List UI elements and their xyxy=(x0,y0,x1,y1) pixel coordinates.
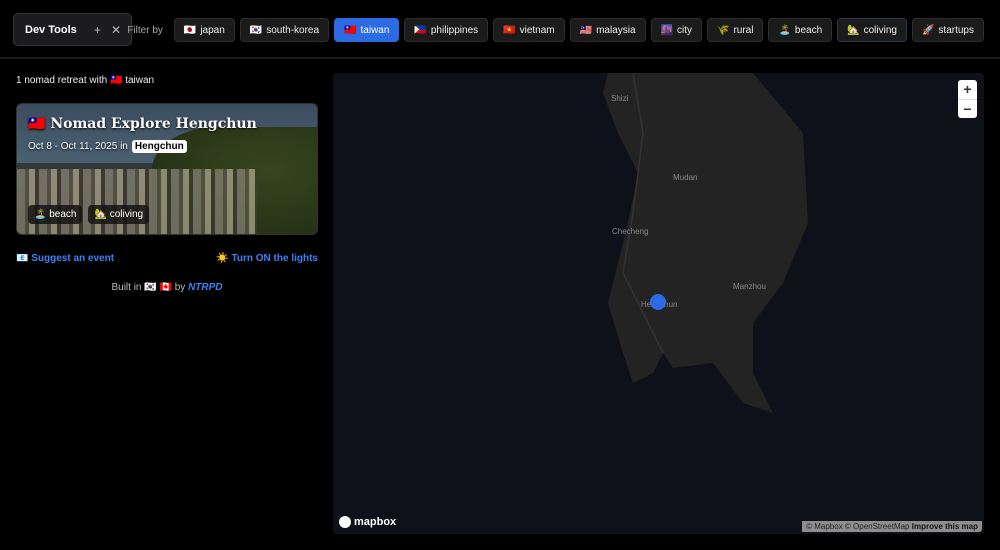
email-icon: 📧 xyxy=(16,253,29,264)
taiwan-icon: 🇹🇼 xyxy=(344,24,357,36)
zoom-controls: + − xyxy=(958,80,977,118)
malaysia-icon: 🇲🇾 xyxy=(579,24,593,36)
filter-chip-malaysia[interactable]: 🇲🇾 malaysia xyxy=(569,18,646,42)
zoom-in-button[interactable]: + xyxy=(958,80,977,99)
filter-chip-japan[interactable]: 🇯🇵 japan xyxy=(173,18,235,42)
divider xyxy=(0,57,1000,59)
filter-chip-taiwan[interactable]: 🇹🇼 taiwan xyxy=(334,18,400,42)
chip-label: vietnam xyxy=(519,24,555,36)
filter-chip-vietnam[interactable]: 🇻🇳 vietnam xyxy=(493,18,565,42)
footer-credit: Built in 🇰🇷 🇨🇦 by NTRPD xyxy=(16,282,318,293)
place-label: Shizi xyxy=(611,94,629,103)
map[interactable]: Shizi Mudan Checheng Hengchun Manzhou + … xyxy=(333,73,984,534)
lights-toggle-link[interactable]: ☀️ Turn ON the lights xyxy=(216,253,318,264)
chip-label: malaysia xyxy=(596,24,636,36)
chip-label: coliving xyxy=(863,24,897,36)
filter-chip-city[interactable]: 🌆 city xyxy=(650,18,702,42)
author-link[interactable]: NTRPD xyxy=(188,282,222,293)
filter-chip-south-korea[interactable]: 🇰🇷 south-korea xyxy=(239,18,330,42)
mapbox-logo[interactable]: mapbox xyxy=(339,516,396,528)
built-text: Built in xyxy=(111,282,142,293)
results-text: 1 nomad retreat with xyxy=(16,75,108,86)
south-korea-icon: 🇰🇷 xyxy=(249,24,263,36)
tag-beach: 🏝️ beach xyxy=(28,205,83,224)
filter-chip-philippines[interactable]: 🇵🇭 philippines xyxy=(404,18,489,42)
japan-icon: 🇯🇵 xyxy=(183,24,197,36)
close-icon[interactable]: ✕ xyxy=(111,23,121,37)
event-marker[interactable] xyxy=(650,294,666,310)
city-icon: 🌆 xyxy=(660,24,673,36)
flags-icon: 🇰🇷 🇨🇦 xyxy=(144,282,172,293)
dev-tools-panel: Dev Tools + ✕ xyxy=(13,13,132,46)
taiwan-flag-icon: 🇹🇼 xyxy=(28,116,46,132)
suggest-label: Suggest an event xyxy=(31,253,115,264)
dev-tools-title: Dev Tools xyxy=(25,23,77,36)
chip-label: taiwan xyxy=(360,24,390,36)
filter-chip-startups[interactable]: 🚀 startups xyxy=(911,18,984,42)
lights-label: Turn ON the lights xyxy=(231,253,318,264)
coliving-icon: 🏡 xyxy=(847,24,860,36)
place-label: Mudan xyxy=(673,173,698,182)
chip-label: city xyxy=(676,24,692,36)
event-card[interactable]: 🇹🇼 Nomad Explore Hengchun Oct 8 - Oct 11… xyxy=(16,103,318,235)
filter-bar: Filter by 🇯🇵 japan 🇰🇷 south-korea 🇹🇼 taiwan 🇵🇭… xyxy=(127,18,984,42)
chip-label: philippines xyxy=(430,24,479,36)
tag-label: beach xyxy=(49,209,77,220)
beach-icon: 🏝️ xyxy=(34,209,47,220)
add-icon[interactable]: + xyxy=(94,23,101,37)
filter-label: Filter by xyxy=(127,24,163,36)
event-dates: Oct 8 - Oct 11, 2025 in Hengchun xyxy=(28,140,187,153)
vietnam-icon: 🇻🇳 xyxy=(503,24,516,36)
tag-label: coliving xyxy=(109,209,144,220)
improve-map-link[interactable]: Improve this map xyxy=(912,522,978,531)
event-title-text: Nomad Explore Hengchun xyxy=(50,116,257,132)
results-count: 1 nomad retreat with 🇹🇼 taiwan xyxy=(16,75,154,86)
chip-label: rural xyxy=(733,24,754,36)
house-icon: 🏡 xyxy=(94,209,107,220)
chip-label: japan xyxy=(200,24,225,36)
zoom-out-button[interactable]: − xyxy=(958,99,977,118)
event-city-badge: Hengchun xyxy=(131,140,187,153)
beach-icon: 🏝️ xyxy=(778,24,791,36)
event-date-text: Oct 8 - Oct 11, 2025 in xyxy=(28,141,128,152)
filter-chip-beach[interactable]: 🏝️ beach xyxy=(768,18,833,42)
results-country: taiwan xyxy=(125,75,155,86)
taiwan-flag-icon: 🇹🇼 xyxy=(109,75,123,86)
attribution-text[interactable]: © Mapbox © OpenStreetMap xyxy=(806,522,909,531)
chip-label: startups xyxy=(938,24,974,36)
mapbox-logo-text: mapbox xyxy=(354,516,397,528)
map-attribution: © Mapbox © OpenStreetMap Improve this ma… xyxy=(802,521,982,532)
tag-coliving: 🏡 coliving xyxy=(88,205,150,224)
rural-icon: 🌾 xyxy=(716,24,730,36)
event-title: 🇹🇼 Nomad Explore Hengchun xyxy=(28,116,257,132)
filter-chip-rural[interactable]: 🌾 rural xyxy=(706,18,764,42)
mapbox-icon xyxy=(339,516,351,528)
card-image-town xyxy=(17,169,257,234)
startups-icon: 🚀 xyxy=(921,24,935,36)
by-text: by xyxy=(174,282,186,293)
philippines-icon: 🇵🇭 xyxy=(414,24,427,36)
chip-label: south-korea xyxy=(266,24,320,36)
chip-label: beach xyxy=(794,24,823,36)
filter-chip-coliving[interactable]: 🏡 coliving xyxy=(837,18,907,42)
place-label: Checheng xyxy=(612,227,649,236)
place-label: Manzhou xyxy=(733,282,766,291)
sun-icon: ☀️ xyxy=(216,253,229,264)
suggest-event-link[interactable]: 📧 Suggest an event xyxy=(16,253,114,264)
